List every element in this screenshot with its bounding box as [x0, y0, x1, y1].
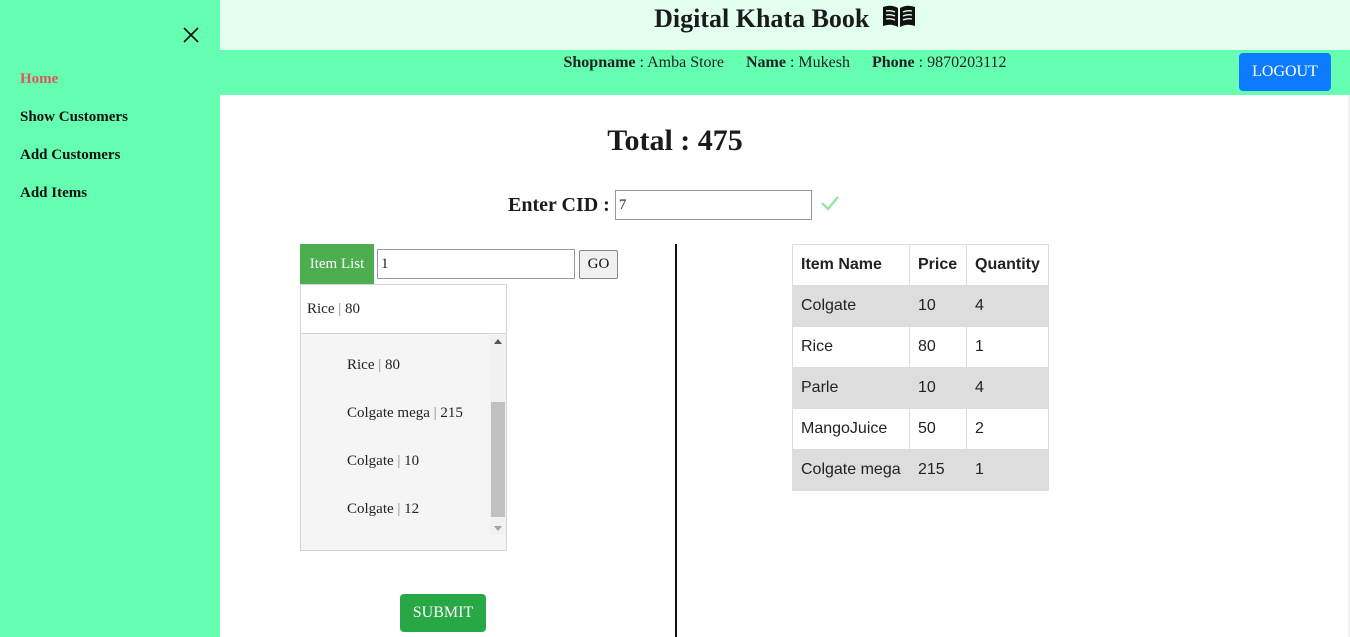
- column-header: Price: [909, 244, 967, 286]
- item-options-list: Rice | 80 Colgate mega | 215 Colgate | 1…: [301, 335, 491, 535]
- item-name-cell: Parle: [792, 367, 910, 409]
- separator: |: [393, 453, 405, 469]
- item-name-cell: MangoJuice: [792, 408, 910, 450]
- column-header: Item Name: [792, 244, 910, 286]
- app-title-row: Digital Khata Book: [220, 4, 1350, 37]
- shop-info-bar: Shopname : Amba Store Name : Mukesh Phon…: [220, 50, 1350, 95]
- sidebar-item-home[interactable]: Home: [20, 70, 128, 108]
- item-dropdown: Rice | 80 Rice | 80 Colgate mega | 215 C…: [300, 284, 507, 551]
- option-price: 215: [440, 405, 463, 421]
- option-name: Rice: [347, 357, 375, 373]
- sidebar-item-show-customers[interactable]: Show Customers: [20, 108, 128, 146]
- item-search-input[interactable]: [377, 249, 575, 279]
- name-info: Name : Mukesh: [746, 54, 850, 71]
- table-header-row: Item Name Price Quantity: [792, 244, 1049, 286]
- selected-item-price: 80: [345, 301, 361, 317]
- quantity-cell: 1: [966, 449, 1049, 491]
- shopname-label: Shopname: [563, 54, 636, 71]
- table-row: Parle 10 4: [792, 367, 1049, 409]
- separator: |: [374, 357, 386, 373]
- column-header: Quantity: [966, 244, 1049, 286]
- item-list-tab[interactable]: Item List: [300, 244, 374, 284]
- header: Digital Khata Book: [220, 0, 1350, 50]
- option-price: 80: [385, 357, 401, 373]
- phone-label: Phone: [871, 54, 915, 71]
- book-open-icon: [882, 4, 916, 37]
- item-name-cell: Colgate mega: [792, 449, 910, 491]
- option-name: Colgate: [347, 501, 394, 517]
- quantity-cell: 4: [966, 285, 1049, 327]
- phone-value: : 9870203112: [914, 54, 1007, 71]
- sidebar-item-add-customers[interactable]: Add Customers: [20, 146, 128, 184]
- vertical-divider: [675, 244, 677, 637]
- table-row: Rice 80 1: [792, 326, 1049, 368]
- logout-button[interactable]: LOGOUT: [1239, 53, 1331, 91]
- selected-item[interactable]: Rice | 80: [301, 285, 506, 334]
- shopname-value: : Amba Store: [635, 54, 724, 71]
- separator: |: [334, 301, 346, 317]
- checkmark-icon: [820, 195, 840, 216]
- price-cell: 50: [909, 408, 967, 450]
- scroll-down-arrow-icon[interactable]: [494, 526, 502, 531]
- go-button[interactable]: GO: [579, 250, 618, 279]
- dropdown-scrollbar[interactable]: [490, 335, 506, 535]
- close-icon[interactable]: [180, 24, 202, 46]
- name-value: : Mukesh: [785, 54, 850, 71]
- quantity-cell: 4: [966, 367, 1049, 409]
- quantity-cell: 1: [966, 326, 1049, 368]
- item-option[interactable]: Colgate | 12: [347, 501, 419, 518]
- scrollbar-thumb[interactable]: [491, 402, 505, 517]
- sidebar: Home Show Customers Add Customers Add It…: [0, 0, 220, 637]
- option-name: Colgate mega: [347, 405, 430, 421]
- items-table: Item Name Price Quantity Colgate 10 4 Ri…: [792, 244, 1049, 491]
- table-row: MangoJuice 50 2: [792, 408, 1049, 450]
- phone-info: Phone : 9870203112: [872, 54, 1007, 71]
- sidebar-nav: Home Show Customers Add Customers Add It…: [20, 70, 128, 222]
- quantity-cell: 2: [966, 408, 1049, 450]
- price-cell: 10: [909, 367, 967, 409]
- item-name-cell: Colgate: [792, 285, 910, 327]
- shop-info: Shopname : Amba Store Name : Mukesh Phon…: [220, 54, 1350, 72]
- item-option[interactable]: Rice | 80: [347, 357, 400, 374]
- separator: |: [429, 405, 441, 421]
- cid-row: Enter CID :: [508, 190, 840, 220]
- item-option[interactable]: Colgate mega | 215: [347, 405, 463, 422]
- selected-item-name: Rice: [307, 301, 335, 317]
- option-price: 10: [404, 453, 420, 469]
- price-cell: 10: [909, 285, 967, 327]
- app-title: Digital Khata Book: [654, 4, 870, 33]
- submit-button[interactable]: SUBMIT: [400, 594, 486, 632]
- price-cell: 80: [909, 326, 967, 368]
- price-cell: 215: [909, 449, 967, 491]
- name-label: Name: [745, 54, 786, 71]
- option-price: 12: [404, 501, 420, 517]
- cid-label: Enter CID :: [508, 193, 610, 216]
- cid-input[interactable]: [614, 190, 812, 220]
- item-option[interactable]: Colgate | 10: [347, 453, 419, 470]
- sidebar-item-add-items[interactable]: Add Items: [20, 184, 128, 222]
- option-name: Colgate: [347, 453, 394, 469]
- scroll-up-arrow-icon[interactable]: [494, 339, 502, 344]
- table-row: Colgate 10 4: [792, 285, 1049, 327]
- table-row: Colgate mega 215 1: [792, 449, 1049, 491]
- item-name-cell: Rice: [792, 326, 910, 368]
- total-amount: Total : 475: [607, 124, 743, 157]
- separator: |: [393, 501, 405, 517]
- shopname-info: Shopname : Amba Store: [564, 54, 724, 71]
